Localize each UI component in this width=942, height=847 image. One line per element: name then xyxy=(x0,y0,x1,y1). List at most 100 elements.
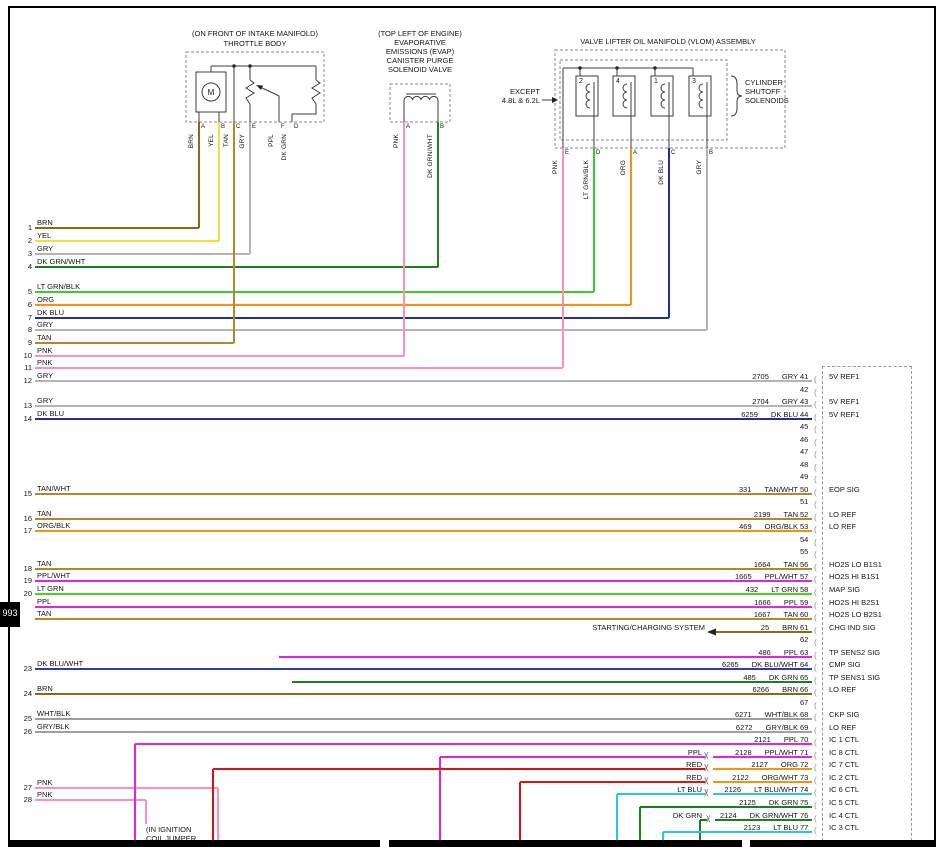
row-number: 4 xyxy=(14,263,32,272)
pin-wire-name: TAN xyxy=(224,134,231,147)
wire-horizontal xyxy=(35,799,146,801)
circuit-number: 469 xyxy=(739,523,752,532)
connector-cavity-mark: ( xyxy=(814,751,817,760)
wire-vertical xyxy=(145,800,147,824)
connector-cavity-mark: ( xyxy=(814,375,817,384)
circuit-wire-label: 432LT GRN xyxy=(620,586,798,595)
splice-mark: )( xyxy=(706,814,710,824)
connector-cavity-mark: ( xyxy=(814,425,817,434)
circuit-wire-label: 6259DK BLU xyxy=(620,411,798,420)
wire-vertical xyxy=(630,148,632,305)
circuit-number: 2704 xyxy=(752,398,769,407)
pin-number: 52 xyxy=(800,511,814,520)
circuit-color: ORG/BLK xyxy=(765,523,798,532)
connector-cavity-mark: ( xyxy=(814,488,817,497)
circuit-color: TAN/WHT xyxy=(764,486,798,495)
evap-label-line: SOLENOID VALVE xyxy=(350,66,490,75)
pin-number: 44 xyxy=(800,411,814,420)
wire-horizontal xyxy=(617,793,705,795)
pin-letter: B xyxy=(221,124,225,131)
pin-wire-name: PNK xyxy=(394,134,401,148)
pin-number: 68 xyxy=(800,711,814,720)
circuit-wire-label: 1664 TAN xyxy=(620,561,798,570)
pin-number: 55 xyxy=(800,548,814,557)
bottom-strip-segment-1[interactable] xyxy=(8,840,380,847)
pin-wire-name: PNK xyxy=(553,160,560,174)
circuit-number: 2199 xyxy=(754,511,771,520)
circuit-color: TAN xyxy=(784,561,798,570)
pin-number: 69 xyxy=(800,724,814,733)
solenoid-number: 3 xyxy=(692,78,696,86)
pin-number: 64 xyxy=(800,661,814,670)
pin-number: 43 xyxy=(800,398,814,407)
pin-number: 62 xyxy=(800,636,814,645)
wire-vertical xyxy=(668,148,670,318)
connector-cavity-mark: ( xyxy=(814,638,817,647)
row-number: 19 xyxy=(14,577,32,586)
wire-horizontal xyxy=(135,743,812,745)
connector-cavity-mark: ( xyxy=(814,438,817,447)
row-number: 26 xyxy=(14,728,32,737)
row-number: 20 xyxy=(14,590,32,599)
row-number: 10 xyxy=(14,352,32,361)
pin-letter: A xyxy=(633,150,637,157)
connector-cavity-mark: ( xyxy=(814,450,817,459)
connector-cavity-mark: ( xyxy=(814,688,817,697)
pin-number: 67 xyxy=(800,699,814,708)
pin-letter: A xyxy=(406,124,410,131)
connector-cavity-mark: ( xyxy=(814,463,817,472)
connector-cavity-mark: ( xyxy=(814,651,817,660)
row-number: 16 xyxy=(14,515,32,524)
wire-vertical xyxy=(593,148,595,292)
wire-vertical xyxy=(217,788,219,840)
circuit-number: 432 xyxy=(746,586,759,595)
circuit-wire-label: 6266BRN xyxy=(620,686,798,695)
pin-number: 50 xyxy=(800,486,814,495)
wire-horizontal xyxy=(35,291,594,293)
pin-number: 54 xyxy=(800,536,814,545)
throttle-name-label: THROTTLE BODY xyxy=(175,40,335,49)
solenoid-number: 4 xyxy=(616,78,620,86)
wire-horizontal xyxy=(715,819,812,821)
row-number: 5 xyxy=(14,288,32,297)
row-number: 1 xyxy=(14,224,32,233)
pin-number: 53 xyxy=(800,523,814,532)
wire-horizontal xyxy=(35,342,234,344)
circuit-number: 6272 xyxy=(736,724,753,733)
circuit-number: 2705 xyxy=(752,373,769,382)
row-number: 11 xyxy=(14,364,32,373)
circuit-wire-label: 469 ORG/BLK xyxy=(620,523,798,532)
row-number: 6 xyxy=(14,301,32,310)
row-number: 7 xyxy=(14,314,32,323)
pin-number: 56 xyxy=(800,561,814,570)
wire-vertical xyxy=(662,832,664,840)
wire-vertical xyxy=(249,122,251,254)
circuit-number: 1664 xyxy=(754,561,771,570)
connector-cavity-mark: ( xyxy=(814,613,817,622)
wire-vertical xyxy=(403,122,405,356)
circuit-number: 6259 xyxy=(741,411,758,420)
circuit-wire-label: 2705GRY xyxy=(620,373,798,382)
pin-number: 45 xyxy=(800,423,814,432)
row-number: 23 xyxy=(14,665,32,674)
circuit-number: 1667 xyxy=(754,611,771,620)
pin-letter: F xyxy=(281,124,285,131)
wire-horizontal xyxy=(35,355,404,357)
bottom-strip-segment-3[interactable] xyxy=(750,840,936,847)
sheet-label: 993 xyxy=(1,608,19,618)
circuit-number: 1665 xyxy=(735,573,752,582)
wire-vertical xyxy=(437,122,439,267)
connector-cavity-mark: ( xyxy=(814,388,817,397)
wire-horizontal xyxy=(713,793,812,795)
wire-horizontal xyxy=(35,304,631,306)
pin-wire-name: GRY xyxy=(240,134,247,149)
wire-horizontal xyxy=(716,631,812,633)
row-number: 18 xyxy=(14,565,32,574)
bottom-strip-segment-2[interactable] xyxy=(389,840,742,847)
wire-horizontal xyxy=(713,781,812,783)
circuit-color: WHT/BLK xyxy=(765,711,798,720)
connector-cavity-mark: ( xyxy=(814,663,817,672)
circuit-wire-label: 6271WHT/BLK xyxy=(620,711,798,720)
wire-horizontal xyxy=(35,787,218,789)
connector-cavity-mark: ( xyxy=(814,588,817,597)
